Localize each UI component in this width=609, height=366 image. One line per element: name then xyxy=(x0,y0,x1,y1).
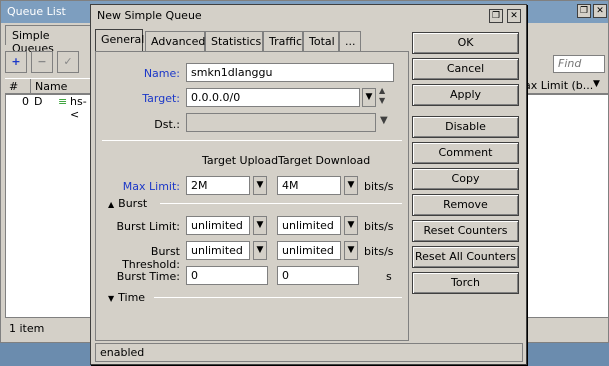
name-field[interactable]: smkn1dlanggu xyxy=(186,63,394,82)
burst-threshold-download-field[interactable]: unlimited xyxy=(277,241,341,260)
burst-time-unit: s xyxy=(386,270,392,283)
dialog-status-bar: enabled xyxy=(95,343,523,362)
table-row[interactable]: 0 D ≡ hs-< xyxy=(6,95,90,121)
name-label: Name: xyxy=(143,67,180,80)
row-index: 0 xyxy=(22,95,29,108)
max-limit-upload-field[interactable]: 2M xyxy=(186,176,250,195)
close-icon[interactable]: ✕ xyxy=(507,9,521,23)
burst-divider xyxy=(160,203,402,204)
expand-down-icon: ▼ xyxy=(108,294,115,303)
target-label: Target: xyxy=(142,92,180,105)
divider xyxy=(102,140,402,141)
burst-time-upload-field[interactable]: 0 xyxy=(186,266,268,285)
dst-label: Dst.: xyxy=(154,118,180,131)
tab-more[interactable]: ... xyxy=(339,31,361,51)
burst-threshold-label: Burst Threshold: xyxy=(122,245,180,271)
time-divider xyxy=(154,297,402,298)
tab-traffic[interactable]: Traffic xyxy=(263,31,303,51)
max-limit-download-field[interactable]: 4M xyxy=(277,176,341,195)
column-max-limit[interactable]: ax Limit (b... xyxy=(524,79,593,92)
tab-total[interactable]: Total xyxy=(303,31,339,51)
apply-button[interactable]: Apply xyxy=(412,84,519,106)
grid-header-right: ax Limit (b... ▼ xyxy=(521,78,609,94)
dialog-title: New Simple Queue xyxy=(97,9,202,22)
find-input[interactable]: Find xyxy=(553,55,605,73)
burst-time-download-field[interactable]: 0 xyxy=(277,266,359,285)
column-name[interactable]: Name xyxy=(31,79,91,95)
upload-column-header: Target Upload xyxy=(202,154,279,167)
max-limit-upload-dropdown[interactable]: ▼ xyxy=(253,176,267,195)
dst-field[interactable] xyxy=(186,113,376,132)
time-section-toggle[interactable]: ▼ Time xyxy=(108,291,145,304)
comment-button[interactable]: Comment xyxy=(412,142,519,164)
burst-time-label: Burst Time: xyxy=(116,270,180,283)
burst-limit-upload-field[interactable]: unlimited xyxy=(186,216,250,235)
reset-all-counters-button[interactable]: Reset All Counters xyxy=(412,246,519,268)
collapse-up-icon: ▲ xyxy=(108,200,115,209)
dialog-titlebar: New Simple Queue ❐ ✕ xyxy=(91,5,526,27)
tab-advanced[interactable]: Advanced xyxy=(145,31,205,51)
torch-button[interactable]: Torch xyxy=(412,272,519,294)
cancel-button[interactable]: Cancel xyxy=(412,58,519,80)
target-dropdown[interactable]: ▼ xyxy=(362,88,376,107)
sort-arrows-icon[interactable]: ▲ ▼ xyxy=(379,86,385,106)
download-column-header: Target Download xyxy=(278,154,371,167)
add-icon[interactable]: + xyxy=(5,51,27,73)
enable-icon[interactable]: ✓ xyxy=(57,51,79,73)
restore-icon[interactable]: ❐ xyxy=(489,9,503,23)
remove-icon[interactable]: − xyxy=(31,51,53,73)
grid-header: # Name xyxy=(5,78,91,95)
ok-button[interactable]: OK xyxy=(412,32,519,54)
burst-limit-upload-dropdown[interactable]: ▼ xyxy=(253,216,267,235)
copy-button[interactable]: Copy xyxy=(412,168,519,190)
queue-grid: 0 D ≡ hs-< xyxy=(5,94,91,318)
close-icon[interactable]: ✕ xyxy=(593,4,607,18)
general-panel: Name: smkn1dlanggu Target: 0.0.0.0/0 ▼ ▲… xyxy=(95,51,409,341)
queue-grid-right xyxy=(521,94,609,318)
burst-threshold-upload-dropdown[interactable]: ▼ xyxy=(253,241,267,260)
burst-section-toggle[interactable]: ▲ Burst xyxy=(108,197,147,210)
burst-limit-unit: bits/s xyxy=(364,220,394,233)
tab-statistics[interactable]: Statistics xyxy=(205,31,263,51)
max-limit-unit: bits/s xyxy=(364,180,394,193)
tab-general[interactable]: General xyxy=(95,29,144,51)
max-limit-download-dropdown[interactable]: ▼ xyxy=(344,176,358,195)
reset-counters-button[interactable]: Reset Counters xyxy=(412,220,519,242)
burst-threshold-download-dropdown[interactable]: ▼ xyxy=(344,241,358,260)
time-section-label: Time xyxy=(118,291,146,304)
burst-limit-download-dropdown[interactable]: ▼ xyxy=(344,216,358,235)
burst-threshold-unit: bits/s xyxy=(364,245,394,258)
dst-dropdown-icon[interactable]: ▼ xyxy=(380,115,388,126)
queue-icon: ≡ xyxy=(58,95,68,108)
new-simple-queue-dialog: New Simple Queue ❐ ✕ General Advanced St… xyxy=(90,4,527,365)
queue-list-title: Queue List xyxy=(7,5,66,18)
disable-button[interactable]: Disable xyxy=(412,116,519,138)
toolbar: + − ✓ xyxy=(5,49,91,75)
max-limit-label: Max Limit: xyxy=(122,180,180,193)
chevron-down-icon[interactable]: ▼ xyxy=(593,79,600,89)
burst-threshold-upload-field[interactable]: unlimited xyxy=(186,241,250,260)
restore-icon[interactable]: ❐ xyxy=(577,4,591,18)
tab-simple-queues[interactable]: Simple Queues xyxy=(5,25,91,55)
burst-section-label: Burst xyxy=(118,197,148,210)
remove-button[interactable]: Remove xyxy=(412,194,519,216)
burst-limit-label: Burst Limit: xyxy=(116,220,180,233)
row-flag: D xyxy=(34,95,43,108)
status-bar: 1 item xyxy=(9,322,45,335)
burst-limit-download-field[interactable]: unlimited xyxy=(277,216,341,235)
row-name: hs-< xyxy=(70,95,87,121)
column-index[interactable]: # xyxy=(5,79,31,95)
target-field[interactable]: 0.0.0.0/0 xyxy=(186,88,360,107)
